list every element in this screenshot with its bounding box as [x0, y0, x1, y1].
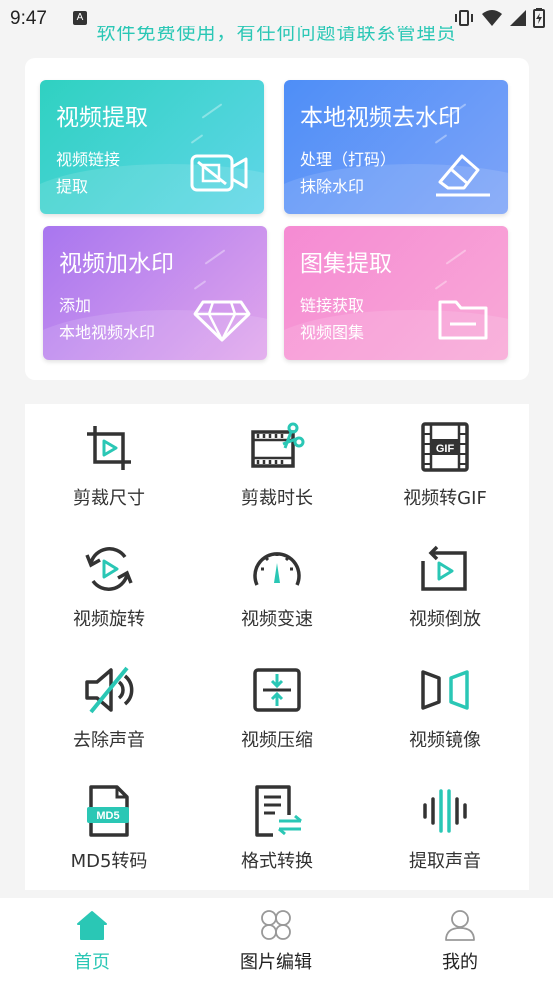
- format-convert-icon: [255, 785, 302, 837]
- vibrate-icon: [455, 10, 473, 26]
- rotate-icon: [85, 547, 133, 591]
- feature-video-extract[interactable]: 视频提取 视频链接 提取: [40, 80, 264, 214]
- nav-label: 图片编辑: [240, 952, 312, 973]
- card-streak: [434, 134, 448, 144]
- grid-icon: [261, 910, 291, 940]
- card-streak: [204, 249, 226, 265]
- nav-home[interactable]: 首页: [0, 898, 184, 983]
- gif-text: GIF: [436, 443, 455, 455]
- feature-subtitle: 视频链接 提取: [56, 150, 121, 196]
- feature-title: 本地视频去水印: [300, 105, 461, 131]
- card-streak: [193, 280, 207, 290]
- folder-icon: [438, 300, 488, 340]
- tool-label: 去除声音: [73, 730, 145, 751]
- diamond-icon: [193, 300, 251, 342]
- nav-label: 我的: [442, 952, 478, 973]
- tool-rotate[interactable]: 视频旋转: [25, 525, 193, 635]
- tool-md5[interactable]: MD5 MD5转码: [25, 767, 193, 877]
- nav-mine[interactable]: 我的: [368, 898, 552, 983]
- notification-icon: A: [73, 11, 87, 25]
- tool-label: 视频旋转: [73, 609, 145, 630]
- md5-text: MD5: [96, 810, 119, 822]
- home-icon: [77, 911, 107, 940]
- md5-file-icon: MD5: [87, 785, 129, 837]
- tool-label: MD5转码: [70, 851, 148, 872]
- wifi-icon: [482, 10, 502, 26]
- nav-image-edit[interactable]: 图片编辑: [184, 898, 368, 983]
- card-streak: [445, 249, 467, 265]
- tool-label: 剪裁时长: [241, 488, 313, 509]
- feature-panel: 视频提取 视频链接 提取 本地视频去水印 处理（打码） 抹除水印 视频加水印 添…: [25, 58, 529, 380]
- nav-label: 首页: [74, 952, 110, 973]
- feature-subtitle: 添加 本地视频水印: [59, 296, 156, 342]
- gif-film-icon: GIF: [421, 422, 469, 472]
- tools-grid: 剪裁尺寸 剪裁时长 GIF 视频转GIF 视频旋转 视频变速 视频倒放 去除声音…: [25, 404, 529, 890]
- tool-label: 提取声音: [409, 851, 481, 872]
- speedometer-icon: [253, 552, 301, 586]
- tool-remove-sound[interactable]: 去除声音: [25, 646, 193, 756]
- tool-label: 视频转GIF: [403, 488, 487, 509]
- feature-remove-watermark[interactable]: 本地视频去水印 处理（打码） 抹除水印: [284, 80, 508, 214]
- eraser-icon: [436, 154, 490, 197]
- card-streak: [190, 134, 204, 144]
- tool-label: 视频倒放: [409, 609, 481, 630]
- tool-mirror[interactable]: 视频镜像: [361, 646, 529, 756]
- tool-compress[interactable]: 视频压缩: [193, 646, 361, 756]
- mute-icon: [85, 666, 134, 714]
- reverse-play-icon: [421, 545, 467, 591]
- card-streak: [434, 280, 448, 290]
- tool-crop-size[interactable]: 剪裁尺寸: [25, 404, 193, 514]
- compress-icon: [253, 668, 301, 712]
- card-streak: [201, 103, 223, 119]
- user-icon: [445, 910, 475, 941]
- tool-label: 视频镜像: [409, 730, 481, 751]
- signal-icon: [510, 10, 526, 26]
- feature-add-watermark[interactable]: 视频加水印 添加 本地视频水印: [43, 226, 267, 360]
- mirror-icon: [421, 670, 469, 710]
- notice-text: 软件免费使用，有任何问题请联系管理员: [96, 26, 457, 44]
- tool-label: 视频压缩: [241, 730, 313, 751]
- tool-video-to-gif[interactable]: GIF 视频转GIF: [361, 404, 529, 514]
- tool-crop-duration[interactable]: 剪裁时长: [193, 404, 361, 514]
- tool-reverse[interactable]: 视频倒放: [361, 525, 529, 635]
- feature-title: 视频提取: [56, 105, 148, 131]
- status-icons: [453, 8, 545, 28]
- feature-subtitle: 处理（打码） 抹除水印: [300, 150, 397, 196]
- film-scissors-icon: [251, 422, 305, 468]
- feature-title: 图集提取: [300, 251, 392, 277]
- crop-icon: [87, 426, 131, 470]
- video-off-icon: [190, 154, 248, 192]
- bottom-nav: 首页 图片编辑 我的: [0, 898, 553, 983]
- tool-label: 格式转换: [241, 851, 313, 872]
- battery-icon: [533, 8, 545, 28]
- tool-label: 剪裁尺寸: [73, 488, 145, 509]
- tool-label: 视频变速: [241, 609, 313, 630]
- feature-subtitle: 链接获取 视频图集: [300, 296, 365, 342]
- feature-gallery-extract[interactable]: 图集提取 链接获取 视频图集: [284, 226, 508, 360]
- tool-speed[interactable]: 视频变速: [193, 525, 361, 635]
- feature-title: 视频加水印: [59, 251, 174, 277]
- sound-wave-icon: [423, 789, 467, 833]
- tool-format-convert[interactable]: 格式转换: [193, 767, 361, 877]
- tool-extract-sound[interactable]: 提取声音: [361, 767, 529, 877]
